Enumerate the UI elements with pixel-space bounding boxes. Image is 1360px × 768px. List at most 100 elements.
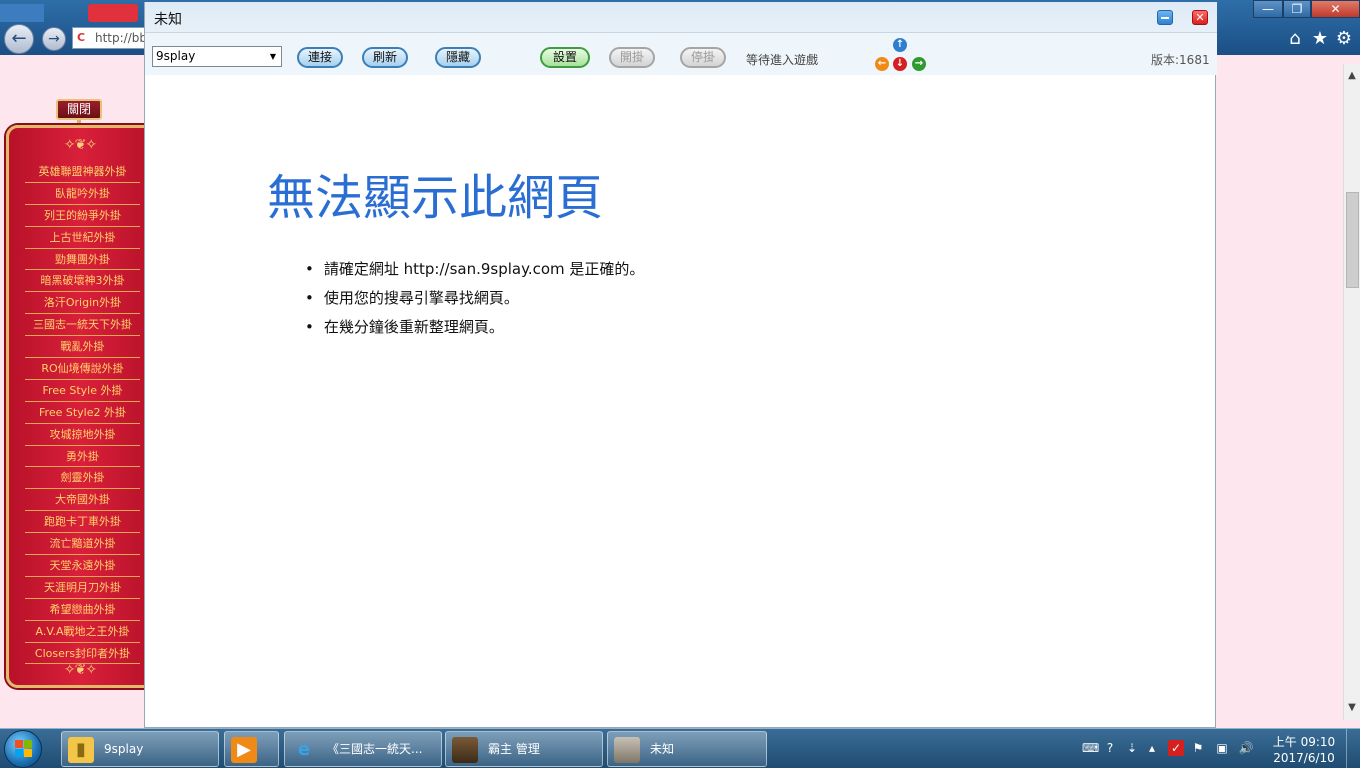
maximize-button[interactable]: ❐ — [1283, 0, 1311, 18]
site-icon: C — [77, 31, 86, 44]
folder-icon: ▮ — [68, 737, 94, 763]
internet-explorer-icon: e — [297, 739, 311, 760]
sidebar-item[interactable]: 天涯明月刀外掛 — [25, 577, 140, 599]
arrow-left-icon[interactable]: ← — [875, 57, 889, 71]
forward-arrow-icon[interactable]: → — [42, 27, 66, 51]
browser-tab-thumbnail[interactable] — [0, 4, 44, 22]
sidebar-item[interactable]: 劍靈外掛 — [25, 467, 140, 490]
sidebar-item[interactable]: 上古世紀外掛 — [25, 227, 140, 249]
taskbar-item[interactable]: 未知 — [607, 731, 767, 767]
gear-icon[interactable]: ⚙ — [1333, 28, 1355, 50]
sidebar-item[interactable]: 英雄聯盟神器外掛 — [25, 161, 140, 183]
sidebar-item[interactable]: A.V.A戰地之王外掛 — [25, 621, 140, 643]
address-text: http://bb — [95, 31, 147, 45]
hide-button[interactable]: 隱藏 — [435, 47, 481, 68]
sidebar-item[interactable]: Free Style 外掛 — [25, 380, 140, 402]
media-player-icon: ▶ — [231, 737, 257, 763]
language-icon[interactable]: ⇣ — [1124, 740, 1140, 756]
server-select-value: 9splay — [156, 49, 196, 63]
scrollbar-thumb[interactable] — [1346, 192, 1359, 288]
address-bar[interactable]: C http://bb — [72, 27, 152, 49]
action-center-icon[interactable]: ⚑ — [1190, 740, 1206, 756]
server-select[interactable]: 9splay ▼ — [152, 46, 282, 67]
sidebar-item[interactable]: 暗黑破壞神3外掛 — [25, 270, 140, 293]
sidebar-item[interactable]: RO仙境傳說外掛 — [25, 358, 140, 380]
list-item: 使用您的搜尋引擎尋找網頁。 — [305, 286, 644, 315]
sidebar-item[interactable]: 跑跑卡丁車外掛 — [25, 511, 140, 534]
sidebar-item[interactable]: 攻城掠地外掛 — [25, 424, 140, 446]
window-titlebar: 未知 ✕ — [145, 2, 1217, 33]
sidebar-item[interactable]: 大帝國外掛 — [25, 489, 140, 512]
volume-icon[interactable]: 🔊 — [1238, 740, 1254, 756]
game-thumbnail-icon — [614, 737, 640, 763]
taskbar: ▮ 9splay ▶ e 《三國志一統天... 霸主 管理 未知 ⌨ ? ⇣ ▴… — [0, 728, 1360, 768]
app-tray-icon[interactable]: ✓ — [1168, 740, 1184, 756]
stop-hack-button[interactable]: 停掛 — [680, 47, 726, 68]
minimize-button[interactable] — [1157, 10, 1173, 25]
sidebar-item[interactable]: 天堂永遠外掛 — [25, 555, 140, 577]
taskbar-item[interactable]: ▮ 9splay — [61, 731, 219, 767]
back-arrow-icon[interactable]: ← — [4, 24, 34, 54]
settings-button[interactable]: 設置 — [540, 47, 590, 68]
start-button[interactable] — [4, 730, 42, 768]
sidebar-item[interactable]: 三國志一統天下外掛 — [25, 314, 140, 337]
close-button[interactable]: ✕ — [1192, 10, 1208, 25]
taskbar-item-label: 霸主 管理 — [488, 742, 540, 756]
list-item: 在幾分鐘後重新整理網頁。 — [305, 315, 644, 344]
windows-logo-icon — [15, 740, 33, 758]
error-title: 無法顯示此網頁 — [267, 170, 604, 226]
game-list: 英雄聯盟神器外掛 臥龍吟外掛 列王的紛爭外掛 上古世紀外掛 勁舞團外掛 暗黑破壞神3外掛洛… — [25, 161, 140, 665]
sidebar-item[interactable]: 希望戀曲外掛 — [25, 599, 140, 621]
status-text: 等待進入遊戲 — [746, 53, 819, 67]
help-icon[interactable]: ? — [1102, 740, 1118, 756]
home-icon[interactable]: ⌂ — [1284, 28, 1306, 50]
sidebar-close-button[interactable]: 關閉 — [56, 99, 102, 120]
ornament-icon: ✧❦✧ — [63, 662, 97, 678]
arrow-down-icon[interactable]: ↓ — [893, 57, 907, 71]
system-tray: ⌨ ? ⇣ ▴ ✓ ⚑ ▣ 🔊 — [1078, 729, 1265, 768]
taskbar-item[interactable]: e 《三國志一統天... — [284, 731, 442, 767]
taskbar-item-label: 未知 — [650, 742, 675, 756]
show-desktop-button[interactable] — [1346, 729, 1360, 768]
minimize-button[interactable]: — — [1253, 0, 1283, 18]
error-suggestions: 請確定網址 http://san.9splay.com 是正確的。 使用您的搜尋… — [305, 257, 645, 344]
taskbar-item[interactable]: 霸主 管理 — [445, 731, 603, 767]
chevron-down-icon[interactable]: ▼ — [267, 47, 279, 66]
network-icon[interactable]: ▣ — [1214, 740, 1230, 756]
minimize-icon — [1161, 17, 1169, 19]
ornament-icon: ✧❦✧ — [63, 137, 97, 153]
list-item: 請確定網址 http://san.9splay.com 是正確的。 — [305, 257, 645, 286]
refresh-button[interactable]: 刷新 — [362, 47, 408, 68]
start-hack-button[interactable]: 開掛 — [609, 47, 655, 68]
sidebar-item[interactable]: 列王的紛爭外掛 — [25, 205, 140, 227]
clock-time[interactable]: 上午 09:10 — [1272, 733, 1336, 750]
scroll-up-icon[interactable]: ▲ — [1344, 68, 1360, 84]
game-thumbnail-icon — [452, 737, 478, 763]
sidebar-item[interactable]: 戰亂外掛 — [25, 336, 140, 359]
arrow-right-icon[interactable]: → — [912, 57, 926, 71]
sidebar-item[interactable]: 勇外掛 — [25, 446, 140, 468]
window-title: 未知 — [154, 12, 182, 28]
taskbar-item[interactable]: ▶ — [224, 731, 279, 767]
close-button[interactable]: ✕ — [1311, 0, 1360, 18]
sidebar-item[interactable]: 臥龍吟外掛 — [25, 183, 140, 205]
sidebar-item[interactable]: Free Style2 外掛 — [25, 402, 140, 424]
keyboard-icon[interactable]: ⌨ — [1082, 740, 1099, 756]
taskbar-item-label: 9splay — [104, 742, 144, 756]
sidebar-item[interactable]: 勁舞團外掛 — [25, 249, 140, 271]
star-icon[interactable]: ★ — [1309, 28, 1331, 50]
app-toolbar: 9splay ▼ 連接 刷新 隱藏 設置 開掛 停掛 等待進入遊戲 ↑ ← ↓ … — [145, 33, 1217, 75]
arrow-up-icon[interactable]: ↑ — [893, 38, 907, 52]
version-label: 版本:1681 — [1151, 53, 1210, 67]
clock-date[interactable]: 2017/6/10 — [1268, 751, 1340, 765]
connect-button[interactable]: 連接 — [297, 47, 343, 68]
vertical-scrollbar[interactable]: ▲ ▼ — [1343, 64, 1360, 720]
sidebar-item[interactable]: 洛汗Origin外掛 — [25, 292, 140, 315]
app-window: 未知 ✕ 9splay ▼ 連接 刷新 隱藏 設置 開掛 停掛 等待進入遊戲 ↑… — [144, 2, 1217, 728]
taskbar-item-label: 《三國志一統天... — [327, 742, 423, 756]
scroll-down-icon[interactable]: ▼ — [1344, 700, 1360, 716]
chevron-up-icon[interactable]: ▴ — [1144, 740, 1160, 756]
browser-tab-thumbnail[interactable] — [88, 4, 138, 22]
sidebar-item[interactable]: 流亡黯道外掛 — [25, 533, 140, 556]
game-sidebar: ✧❦✧ 英雄聯盟神器外掛 臥龍吟外掛 列王的紛爭外掛 上古世紀外掛 勁舞團外掛 暗黑破壞神… — [6, 125, 156, 688]
